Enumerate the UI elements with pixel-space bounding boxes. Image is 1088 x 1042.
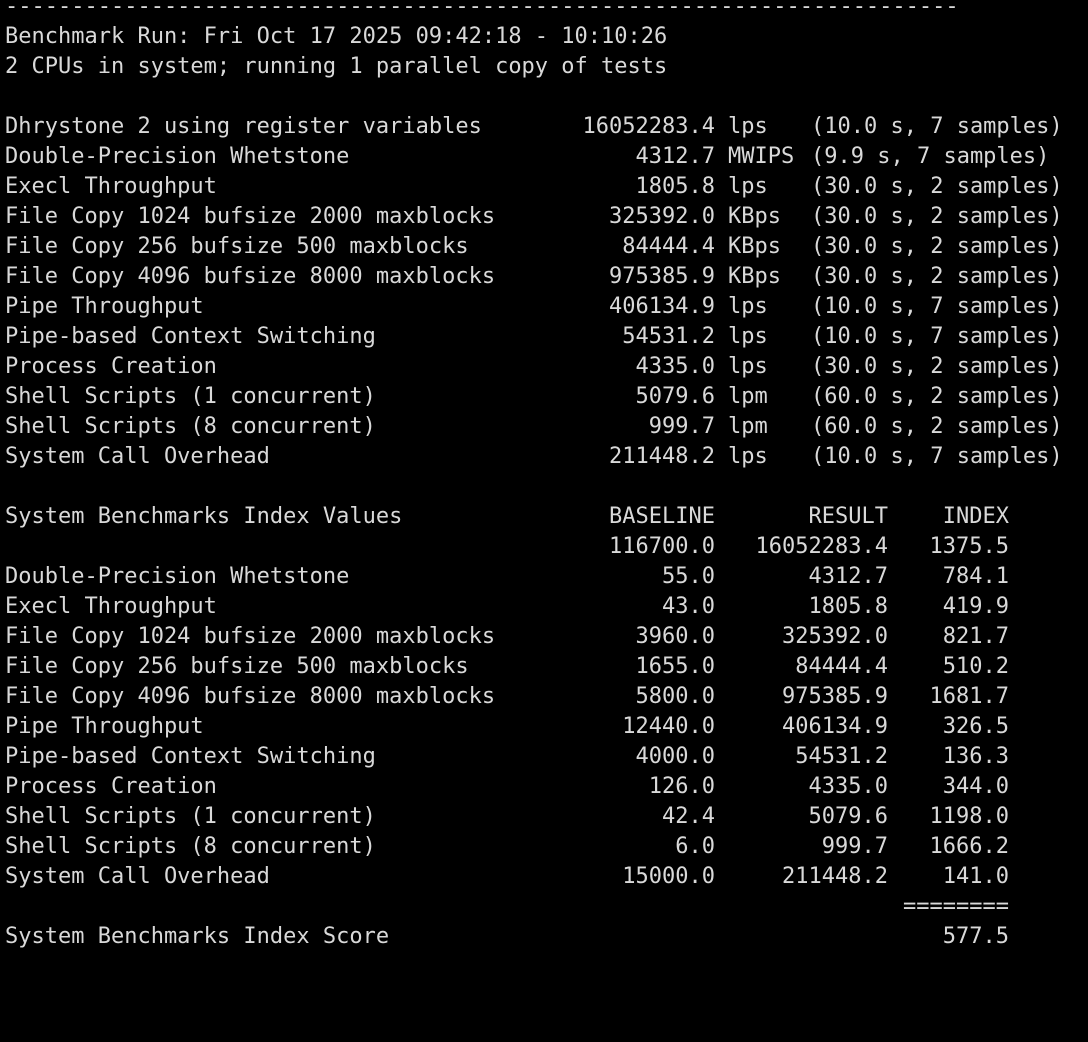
result-value: 16052283.4 (582, 114, 715, 139)
index-row: Pipe-based Context Switching 4000.0 54531.… (5, 742, 1085, 772)
result-detail: (30.0 s, 2 samples) (811, 174, 1063, 199)
index-value: 1198.0 (929, 804, 1009, 829)
index-value: 136.3 (942, 744, 1009, 769)
index-value: 510.2 (942, 654, 1009, 679)
result-unit: lps (728, 354, 768, 379)
index-value: 1375.5 (929, 534, 1009, 559)
result-value: 84444.4 (622, 234, 715, 259)
index-row: Double-Precision Whetstone 55.0 4312.7 784.… (5, 562, 1085, 592)
index-table-header: System Benchmarks Index Values BASELINE … (5, 502, 1085, 532)
col-header-index: INDEX (942, 504, 1009, 529)
result-detail: (60.0 s, 2 samples) (811, 414, 1063, 439)
index-row: Shell Scripts (1 concurrent) 42.4 5079.6 11… (5, 802, 1085, 832)
index-value: 326.5 (942, 714, 1009, 739)
result-unit: lps (728, 114, 768, 139)
result-row: Execl Throughput 1805.8 lps (30.0 s, 2 samp… (5, 172, 1085, 202)
result-value: 4335.0 (635, 354, 715, 379)
result-unit: lps (728, 324, 768, 349)
result-unit: lps (728, 294, 768, 319)
index-value: 419.9 (942, 594, 1009, 619)
result-unit: lps (728, 444, 768, 469)
result-row: File Copy 4096 bufsize 8000 maxblocks 975… (5, 262, 1085, 292)
index-row: Pipe Throughput 12440.0 406134.9 326.5 (5, 712, 1085, 742)
terminal-output: ----------------------------------------… (5, 0, 1085, 952)
result-detail: (9.9 s, 7 samples) (811, 144, 1050, 169)
index-row: 116700.0 16052283.4 1375.5 (5, 532, 1085, 562)
result-row: Dhrystone 2 using register variables 1605… (5, 112, 1085, 142)
index-row: Execl Throughput 43.0 1805.8 419.9 (5, 592, 1085, 622)
result-value: 54531.2 (622, 324, 715, 349)
index-rule-line: ======== (5, 892, 1085, 922)
result-detail: (30.0 s, 2 samples) (811, 234, 1063, 259)
index-table-rows: 116700.0 16052283.4 1375.5 Double-Precision… (5, 532, 1085, 892)
result-detail: (30.0 s, 2 samples) (811, 204, 1063, 229)
result-value: 999.7 (648, 414, 715, 439)
result-value: 211448.2 (609, 444, 715, 469)
index-row: File Copy 256 bufsize 500 maxblocks 1655.… (5, 652, 1085, 682)
index-row: File Copy 1024 bufsize 2000 maxblocks 396… (5, 622, 1085, 652)
result-detail: (10.0 s, 7 samples) (811, 294, 1063, 319)
result-unit: KBps (728, 234, 781, 259)
index-row: System Call Overhead 15000.0 211448.2 141.0 (5, 862, 1085, 892)
result-row: Pipe Throughput 406134.9 lps (10.0 s, 7 sam… (5, 292, 1085, 322)
result-unit: lps (728, 174, 768, 199)
result-row: Shell Scripts (8 concurrent) 999.7 lpm (60.… (5, 412, 1085, 442)
index-value: 821.7 (942, 624, 1009, 649)
result-row: Shell Scripts (1 concurrent) 5079.6 lpm (60… (5, 382, 1085, 412)
result-row: Process Creation 4335.0 lps (30.0 s, 2 samp… (5, 352, 1085, 382)
index-row: Shell Scripts (8 concurrent) 6.0 999.7 1666… (5, 832, 1085, 862)
result-detail: (10.0 s, 7 samples) (811, 444, 1063, 469)
result-unit: lpm (728, 414, 768, 439)
result-unit: KBps (728, 204, 781, 229)
cpu-info-line: 2 CPUs in system; running 1 parallel cop… (5, 54, 668, 79)
index-value: 1681.7 (929, 684, 1009, 709)
index-value: 141.0 (942, 864, 1009, 889)
result-row: Double-Precision Whetstone 4312.7 MWIPS (9.… (5, 142, 1085, 172)
index-value: 1666.2 (929, 834, 1009, 859)
result-detail: (10.0 s, 7 samples) (811, 324, 1063, 349)
index-value: 784.1 (942, 564, 1009, 589)
result-detail: (30.0 s, 2 samples) (811, 354, 1063, 379)
results-list: Dhrystone 2 using register variables 1605… (5, 112, 1085, 472)
result-unit: KBps (728, 264, 781, 289)
benchmark-run-line: Benchmark Run: Fri Oct 17 2025 09:42:18 … (5, 24, 668, 49)
result-row: File Copy 256 bufsize 500 maxblocks 84444… (5, 232, 1085, 262)
result-value: 406134.9 (609, 294, 715, 319)
result-value: 5079.6 (635, 384, 715, 409)
result-value: 4312.7 (635, 144, 715, 169)
index-row: File Copy 4096 bufsize 8000 maxblocks 580… (5, 682, 1085, 712)
result-value: 975385.9 (609, 264, 715, 289)
result-row: System Call Overhead 211448.2 lps (10.0 s, … (5, 442, 1085, 472)
result-row: Pipe-based Context Switching 54531.2 lps (1… (5, 322, 1085, 352)
result-detail: (60.0 s, 2 samples) (811, 384, 1063, 409)
result-value: 325392.0 (609, 204, 715, 229)
index-score-value: 577.5 (942, 924, 1009, 949)
index-score-line: System Benchmarks Index Score 577.5 (5, 922, 1085, 952)
result-unit: lpm (728, 384, 768, 409)
result-detail: (30.0 s, 2 samples) (811, 264, 1063, 289)
separator-line: ----------------------------------------… (5, 0, 959, 19)
result-unit: MWIPS (728, 144, 795, 169)
index-value: 344.0 (942, 774, 1009, 799)
index-rule: ======== (903, 894, 1009, 919)
result-value: 1805.8 (635, 174, 715, 199)
result-detail: (10.0 s, 7 samples) (811, 114, 1063, 139)
result-row: File Copy 1024 bufsize 2000 maxblocks 325… (5, 202, 1085, 232)
index-row: Process Creation 126.0 4335.0 344.0 (5, 772, 1085, 802)
